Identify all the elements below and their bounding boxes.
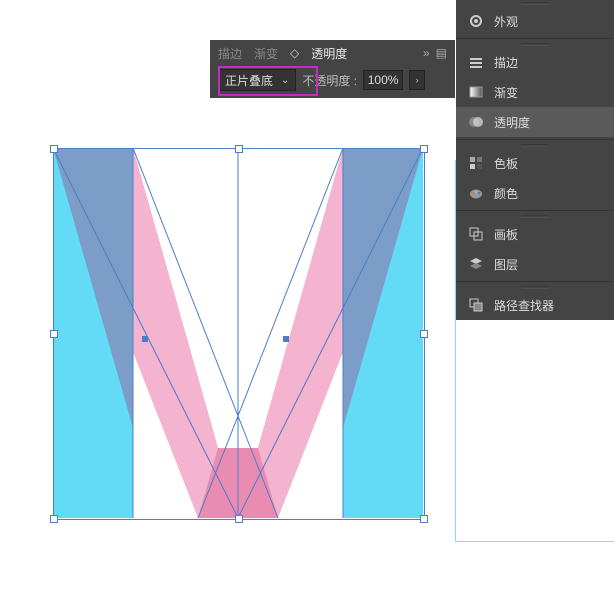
opacity-input[interactable]: 100% (363, 70, 403, 90)
anchor-point[interactable] (283, 336, 289, 342)
sidebar-item-label: 色板 (494, 155, 518, 172)
sidebar-item-label: 颜色 (494, 185, 518, 202)
sidebar-item-appearance[interactable]: 外观 (456, 6, 614, 36)
artboards-icon (468, 226, 484, 242)
blend-mode-value: 正片叠底 (225, 72, 273, 89)
sidebar-item-label: 路径查找器 (494, 297, 554, 314)
appearance-icon (468, 13, 484, 29)
sidebar-item-gradient[interactable]: 渐变 (456, 77, 614, 107)
gradient-icon (468, 84, 484, 100)
color-icon (468, 185, 484, 201)
sidebar-item-artboards[interactable]: 画板 (456, 219, 614, 249)
sidebar-item-stroke[interactable]: 描边 (456, 47, 614, 77)
layers-icon (468, 256, 484, 272)
right-dock: 外观 描边 渐变 透明度 色板 颜色 画板 (456, 0, 614, 320)
sidebar-item-transparency[interactable]: 透明度 (456, 107, 614, 137)
sidebar-item-color[interactable]: 颜色 (456, 178, 614, 208)
panel-menu-icon[interactable]: ▤ (436, 46, 447, 60)
stroke-icon (468, 54, 484, 70)
chevron-down-icon: ⌄ (281, 75, 289, 86)
tab-gradient[interactable]: 渐变 (254, 45, 278, 62)
transparency-icon (468, 114, 484, 130)
canvas-area[interactable]: 描边 渐变 ◇ 透明度 » ▤ 正片叠底 ⌄ 不透明度 : 100% › 外观 (0, 0, 614, 593)
sidebar-item-label: 渐变 (494, 84, 518, 101)
anchor-point[interactable] (142, 336, 148, 342)
tab-stroke[interactable]: 描边 (218, 45, 242, 62)
m-shape-artwork[interactable] (53, 148, 423, 518)
sidebar-item-layers[interactable]: 图层 (456, 249, 614, 279)
blend-mode-select[interactable]: 正片叠底 ⌄ (218, 69, 296, 91)
sidebar-item-label: 图层 (494, 256, 518, 273)
opacity-label: 不透明度 : (302, 72, 357, 89)
sidebar-item-pathfinder[interactable]: 路径查找器 (456, 290, 614, 320)
sidebar-item-swatches[interactable]: 色板 (456, 148, 614, 178)
sidebar-item-label: 描边 (494, 54, 518, 71)
tab-transparency[interactable]: 透明度 (311, 45, 347, 62)
transparency-panel: 描边 渐变 ◇ 透明度 » ▤ 正片叠底 ⌄ 不透明度 : 100% › (210, 40, 455, 98)
sidebar-item-label: 外观 (494, 13, 518, 30)
sidebar-item-label: 透明度 (494, 114, 530, 131)
panel-more[interactable]: » (423, 46, 430, 60)
opacity-stepper[interactable]: › (409, 70, 425, 90)
swatches-icon (468, 155, 484, 171)
sidebar-item-label: 画板 (494, 226, 518, 243)
pathfinder-icon (468, 297, 484, 313)
